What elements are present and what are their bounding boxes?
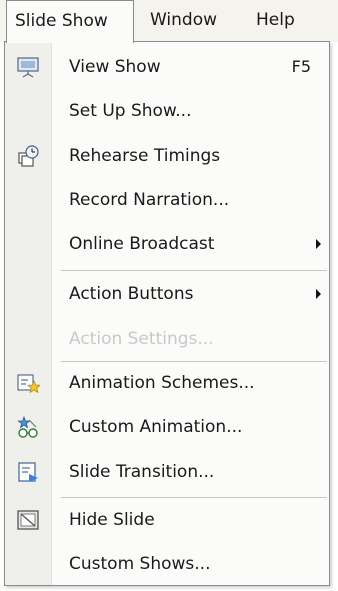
custom-animation-icon <box>16 415 40 439</box>
menu-item-set-up-show[interactable]: Set Up Show... <box>5 91 329 131</box>
custom-animation-label: Custom Animation... <box>69 417 243 437</box>
menu-window[interactable]: Window <box>142 0 225 40</box>
slide-show-dropdown: View Show F5 Set Up Show... Rehearse Tim… <box>4 41 330 586</box>
menu-separator <box>61 361 327 362</box>
hide-slide-icon <box>16 508 40 532</box>
menu-item-view-show[interactable]: View Show F5 <box>5 47 329 87</box>
slide-transition-icon <box>16 460 40 484</box>
clock-slides-icon <box>16 144 40 168</box>
menu-item-animation-schemes[interactable]: Animation Schemes... <box>5 363 329 403</box>
set-up-show-label: Set Up Show... <box>69 101 192 121</box>
projector-screen-icon <box>16 55 40 79</box>
menu-item-action-settings: Action Settings... <box>5 319 329 359</box>
menu-item-hide-slide[interactable]: Hide Slide <box>5 500 329 540</box>
submenu-arrow-icon <box>316 239 321 249</box>
menu-bar: Slide Show Window Help <box>0 0 338 43</box>
action-settings-label: Action Settings... <box>69 329 214 349</box>
online-broadcast-label: Online Broadcast <box>69 234 215 254</box>
animation-star-icon <box>16 371 42 395</box>
custom-shows-label: Custom Shows... <box>69 554 211 574</box>
menu-item-online-broadcast[interactable]: Online Broadcast <box>5 224 329 264</box>
menu-window-label: Window <box>150 10 218 30</box>
rehearse-timings-label: Rehearse Timings <box>69 146 221 166</box>
menu-slide-show[interactable]: Slide Show <box>6 0 134 43</box>
submenu-arrow-icon <box>316 289 321 299</box>
slide-transition-label: Slide Transition... <box>69 462 215 482</box>
menu-slide-show-label: Slide Show <box>15 11 108 31</box>
menu-separator <box>61 270 327 271</box>
menu-item-custom-shows[interactable]: Custom Shows... <box>5 544 329 584</box>
view-show-label: View Show <box>69 57 161 77</box>
menu-item-record-narration[interactable]: Record Narration... <box>5 180 329 220</box>
menu-help-label: Help <box>256 10 295 30</box>
view-show-shortcut: F5 <box>291 57 311 76</box>
animation-schemes-label: Animation Schemes... <box>69 373 255 393</box>
menu-separator <box>61 497 327 498</box>
menu-item-rehearse-timings[interactable]: Rehearse Timings <box>5 136 329 176</box>
menu-item-action-buttons[interactable]: Action Buttons <box>5 274 329 314</box>
menu-item-slide-transition[interactable]: Slide Transition... <box>5 452 329 492</box>
hide-slide-label: Hide Slide <box>69 510 155 530</box>
action-buttons-label: Action Buttons <box>69 284 194 304</box>
record-narration-label: Record Narration... <box>69 190 230 210</box>
menu-item-custom-animation[interactable]: Custom Animation... <box>5 407 329 447</box>
menu-help[interactable]: Help <box>248 0 303 40</box>
